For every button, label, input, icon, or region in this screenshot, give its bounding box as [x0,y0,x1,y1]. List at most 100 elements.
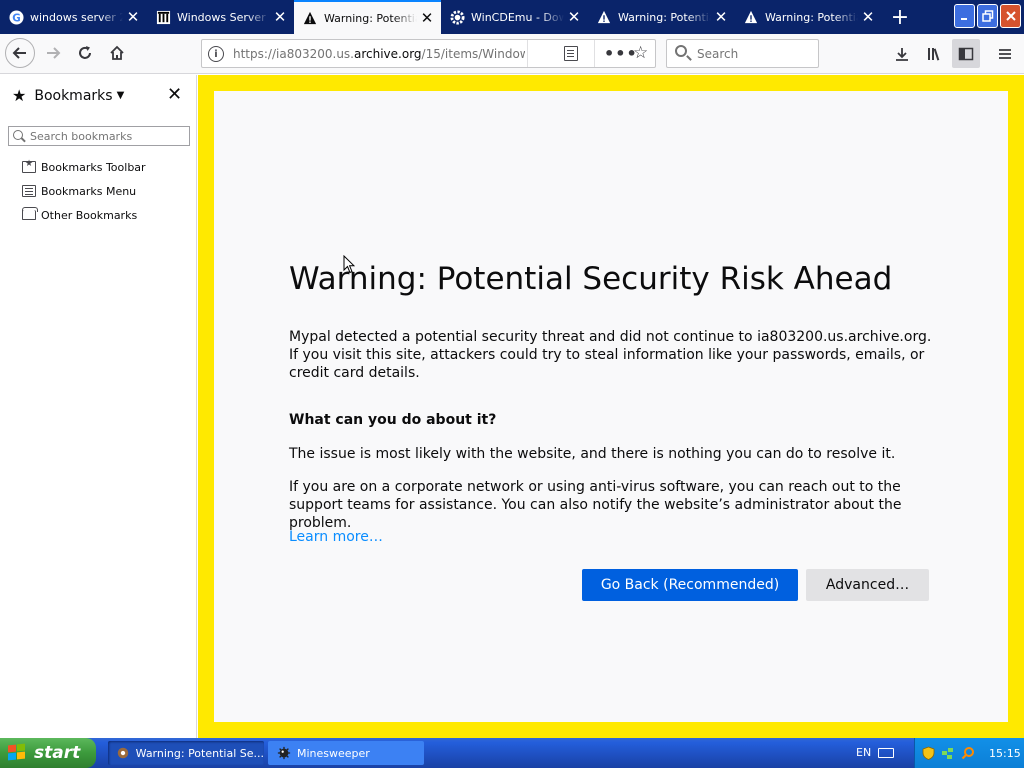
reader-view-icon[interactable] [564,46,578,61]
minimize-window-button[interactable] [954,4,975,28]
other-bookmarks-icon [22,207,38,220]
home-button[interactable] [102,38,132,68]
bookmark-search-box[interactable] [8,126,190,146]
security-shield-icon[interactable] [921,746,935,760]
svg-text:G: G [12,12,20,24]
close-tab-icon[interactable]: ✕ [711,8,731,26]
library-button[interactable] [920,39,948,68]
system-tray: 15:15 [914,738,1024,768]
sidebar-item-label: Other Bookmarks [41,208,138,222]
bookmarks-menu-icon [22,185,36,197]
menu-button[interactable] [991,39,1019,68]
search-bar[interactable] [666,39,819,68]
taskbar-item-minesweeper[interactable]: Minesweeper [268,741,424,765]
network-icon[interactable] [941,746,955,760]
search-tray-icon[interactable] [961,746,975,760]
home-icon [110,45,124,60]
warning-panel: Warning: Potential Security Risk Ahead M… [214,91,1008,722]
keyboard-icon[interactable] [878,748,894,758]
tab-warning-2[interactable]: Warning: Potential Security Risk Ahead ✕ [588,0,735,34]
intro-text: Mypal detected a potential security thre… [289,329,932,381]
go-back-button[interactable]: Go Back (Recommended) [582,569,798,601]
start-label: start [34,743,81,763]
taskbar-item-browser[interactable]: Warning: Potential Se... [108,741,264,765]
sidebar-title: Bookmarks [34,87,113,104]
sidebar-toggle-button[interactable] [952,39,980,68]
google-icon: G [8,9,24,25]
close-tab-icon[interactable]: ✕ [858,8,878,26]
learn-more-link[interactable]: Learn more… [289,529,383,545]
close-icon [1005,11,1016,21]
tab-title: Warning: Potential Security Risk Ahead [618,10,711,24]
tab-wincdemu[interactable]: WinCDEmu - Download ✕ [441,0,588,34]
sidebar-item-bookmarks-menu[interactable]: Bookmarks Menu [22,182,136,200]
issue-text: The issue is most likely with the websit… [289,446,896,462]
language-indicator[interactable]: EN [856,746,871,759]
gear-icon [449,9,465,25]
close-tab-icon[interactable]: ✕ [123,8,143,26]
mouse-cursor-icon [343,254,356,274]
restore-window-button[interactable] [977,4,998,28]
bookmark-search-input[interactable] [30,129,185,143]
url-separator [527,40,528,67]
close-tab-icon[interactable]: ✕ [564,8,584,26]
page-title: Warning: Potential Security Risk Ahead [289,261,893,297]
reload-button[interactable] [70,38,100,68]
minimize-icon [960,18,967,20]
sidebar-item-label: Bookmarks Toolbar [41,160,146,174]
close-tab-icon[interactable]: ✕ [270,8,290,26]
search-icon [13,130,23,140]
sidebar-item-bookmarks-toolbar[interactable]: Bookmarks Toolbar [22,158,146,176]
search-icon [675,45,687,57]
what-can-you-do-heading: What can you do about it? [289,412,497,428]
mypal-icon [116,745,131,761]
tab-strip: G windows server 2016 ✕ Windows Server 2… [0,0,1024,34]
archive-icon [155,9,171,25]
taskbar-item-label: Warning: Potential Se... [135,746,264,760]
star-icon: ★ [12,86,27,105]
url-bar[interactable]: i https://ia803200.us.archive.org/15/ite… [201,39,656,68]
clock[interactable]: 15:15 [989,747,1021,760]
sidebar-item-other-bookmarks[interactable]: Other Bookmarks [22,206,137,224]
bookmarks-sidebar: ★ Bookmarks ▼ ✕ Bookmarks Toolbar Bookma… [0,75,197,738]
warning-icon [743,9,759,25]
back-arrow-icon [12,47,26,59]
tab-warning-active[interactable]: Warning: Potential Security Risk Ahead ✕ [294,0,441,34]
tab-title: Warning: Potential Security Risk Ahead [765,10,858,24]
tab-warning-3[interactable]: Warning: Potential Security Risk Ahead ✕ [735,0,882,34]
warning-page-frame: Warning: Potential Security Risk Ahead M… [198,75,1024,738]
url-text[interactable]: https://ia803200.us.archive.org/15/items… [233,47,525,61]
back-button[interactable] [5,38,35,68]
advanced-button[interactable]: Advanced… [806,569,929,601]
windows-taskbar: start Warning: Potential Se... Minesweep… [0,738,1024,768]
minesweeper-icon [276,745,292,761]
restore-icon [981,10,993,22]
tab-title: WinCDEmu - Download [471,10,564,24]
downloads-button[interactable] [888,39,916,68]
start-button[interactable]: start [0,738,96,768]
close-tab-icon[interactable]: ✕ [417,9,437,27]
tab-title: windows server 2016 [30,10,123,24]
url-separator [594,40,595,67]
site-info-icon[interactable]: i [208,46,224,62]
bookmarks-toolbar-icon [22,159,36,173]
sidebar-header[interactable]: ★ Bookmarks ▼ [12,86,124,105]
forward-button[interactable] [38,38,68,68]
chevron-down-icon: ▼ [116,90,125,101]
windows-logo-icon [8,743,28,762]
sidebar-icon [958,47,974,60]
new-tab-button[interactable]: + [886,0,914,34]
bookmark-star-icon[interactable]: ☆ [633,43,648,63]
close-window-button[interactable] [1000,4,1021,28]
reload-icon [79,46,91,59]
search-input[interactable] [697,45,812,63]
hamburger-menu-icon [999,48,1011,59]
warning-icon [596,9,612,25]
warning-icon [302,10,318,26]
tab-title: Windows Server 2016 [177,10,270,24]
library-icon [928,47,940,61]
tab-google-search[interactable]: G windows server 2016 ✕ [0,0,147,34]
close-sidebar-icon[interactable]: ✕ [167,84,182,105]
tab-archive[interactable]: Windows Server 2016 ✕ [147,0,294,34]
download-icon [896,47,908,61]
